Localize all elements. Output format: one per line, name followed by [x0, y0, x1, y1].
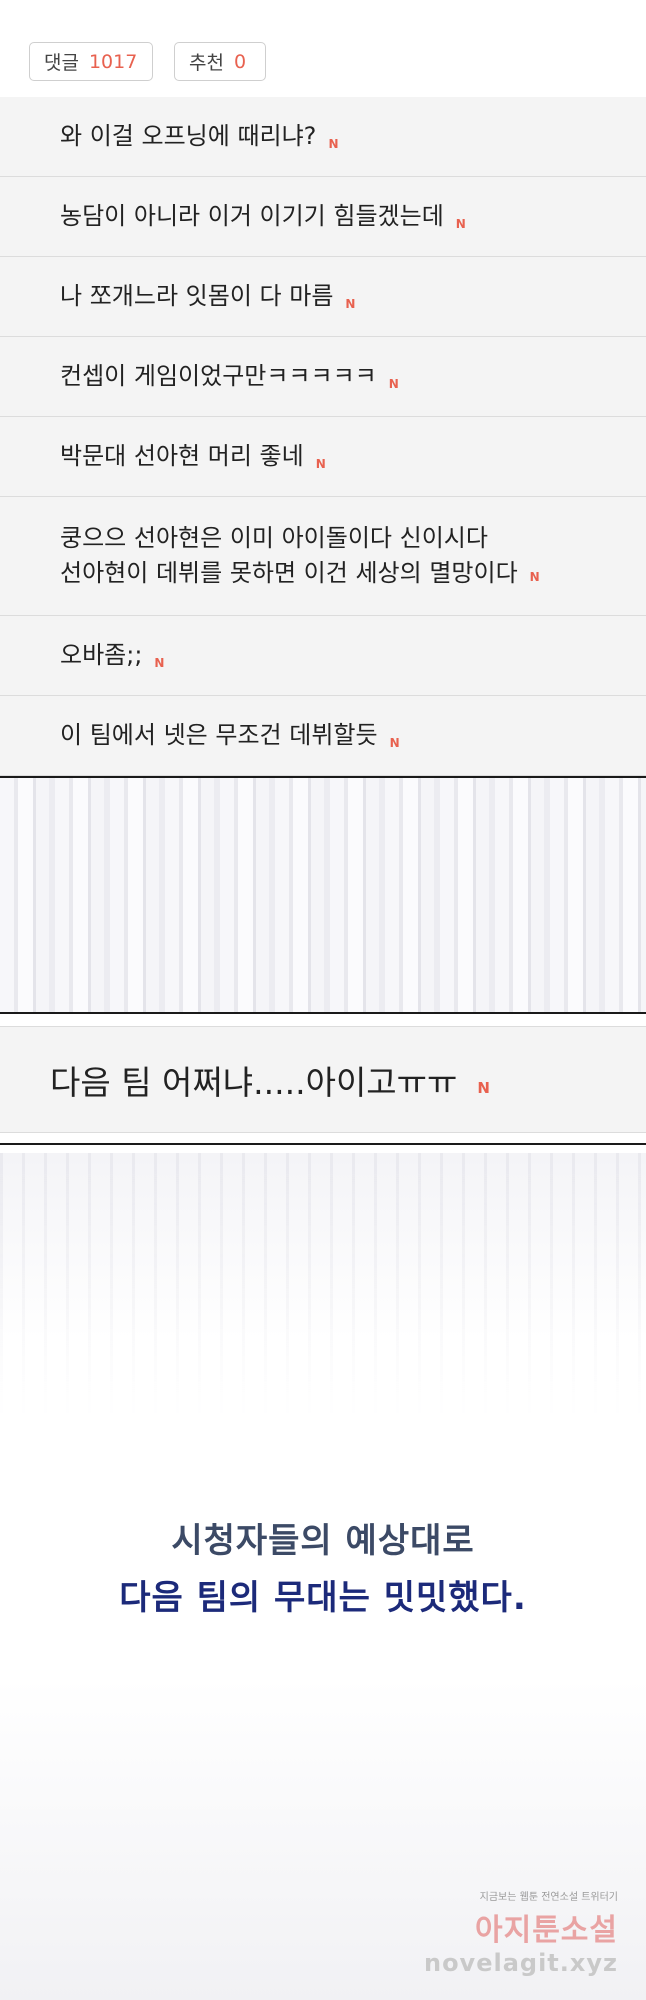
comment-text: 오바좀;;	[60, 641, 143, 670]
comment-text: 농담이 아니라 이거 이기기 힘들겠는데	[60, 202, 444, 231]
new-badge: N	[315, 456, 326, 471]
comment-row[interactable]: 나 쪼개느라 잇몸이 다 마름 N	[0, 257, 646, 337]
comments-label: 댓글	[44, 52, 79, 74]
caption-line-2: 다음 팀의 무대는 밋밋했다.	[119, 1578, 527, 1618]
comment-row[interactable]: 오바좀;; N	[0, 616, 646, 696]
comment-row[interactable]: 컨셉이 게임이었구만ㅋㅋㅋㅋㅋ N	[0, 337, 646, 417]
highlight-comment[interactable]: 다음 팀 어쩌냐.....아이고ㅠㅠ N	[0, 1026, 646, 1133]
new-badge: N	[455, 216, 466, 231]
recommend-count: 0	[233, 50, 247, 73]
caption-line-1: 시청자들의 예상대로	[171, 1521, 475, 1561]
comments-count: 1017	[88, 50, 138, 73]
watermark-tagline: 지금보는 웹툰 전연소설 트위터기	[479, 1892, 618, 1903]
comment-text: 박문대 선아현 머리 좋네	[60, 442, 304, 471]
watermark-url: novelagit.xyz	[423, 1949, 618, 1977]
new-badge: N	[154, 655, 165, 670]
comment-list: 와 이걸 오프닝에 때리냐? N 농담이 아니라 이거 이기기 힘들겠는데 N …	[0, 97, 646, 776]
recommend-label: 추천	[189, 52, 224, 74]
panel-border	[0, 1143, 646, 1145]
stats-bar: 댓글 1017 추천 0	[0, 0, 646, 97]
speed-lines-fade	[0, 1153, 646, 1413]
highlight-comment-text: 다음 팀 어쩌냐.....아이고ㅠㅠ	[50, 1062, 458, 1102]
comment-row[interactable]: 농담이 아니라 이거 이기기 힘들겠는데 N	[0, 177, 646, 257]
recommend-button[interactable]: 추천 0	[174, 42, 266, 81]
site-watermark: 지금보는 웹툰 전연소설 트위터기 아지툰소설 novelagit.xyz	[424, 1888, 618, 1977]
comment-text: 쿵으으 선아현은 이미 아이돌이다 신이시다 선아현이 데뷔를 못하면 이건 세…	[60, 524, 518, 587]
comment-row[interactable]: 와 이걸 오프닝에 때리냐? N	[0, 97, 646, 177]
new-badge: N	[345, 296, 356, 311]
comment-text: 와 이걸 오프닝에 때리냐?	[60, 122, 317, 151]
speed-lines-panel	[0, 778, 646, 1012]
comment-text: 나 쪼개느라 잇몸이 다 마름	[60, 282, 334, 311]
new-badge: N	[328, 136, 339, 151]
panel-border	[0, 1012, 646, 1014]
new-badge: N	[389, 735, 400, 750]
comment-row[interactable]: 이 팀에서 넷은 무조건 데뷔할듯 N	[0, 696, 646, 776]
new-badge: N	[388, 376, 399, 391]
new-badge: N	[529, 570, 540, 585]
comments-count-button[interactable]: 댓글 1017	[29, 42, 153, 81]
watermark-logo: 아지툰소설	[475, 1913, 618, 1948]
comment-text: 컨셉이 게임이었구만ㅋㅋㅋㅋㅋ	[60, 362, 377, 391]
comment-text: 이 팀에서 넷은 무조건 데뷔할듯	[60, 721, 378, 750]
comment-row[interactable]: 쿵으으 선아현은 이미 아이돌이다 신이시다 선아현이 데뷔를 못하면 이건 세…	[0, 497, 646, 616]
new-badge: N	[477, 1078, 490, 1097]
comment-row[interactable]: 박문대 선아현 머리 좋네 N	[0, 417, 646, 497]
